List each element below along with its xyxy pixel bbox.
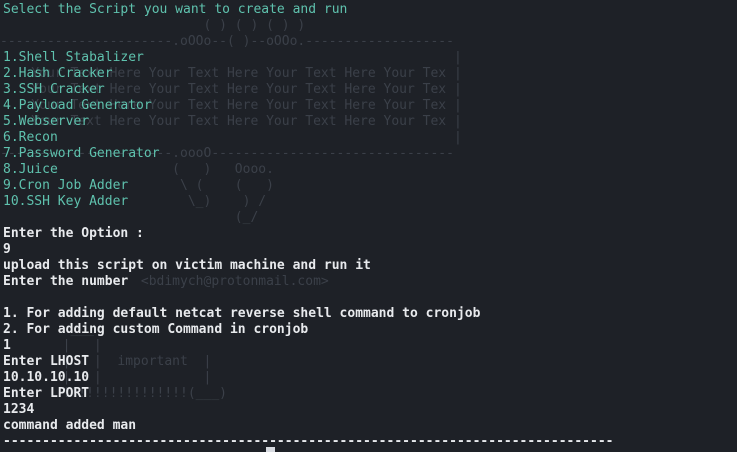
option-prompt: Enter the Option : (3, 226, 144, 241)
terminal-window[interactable]: ( ) ( ) ( ) ) ----------------------.oOO… (0, 0, 737, 452)
cron-choice-1: 1. For adding default netcat reverse she… (3, 306, 481, 321)
lport-prompt: Enter LPORT (3, 386, 90, 401)
menu-item-recon: 6.Recon (3, 130, 58, 145)
separator-line: ----------------------------------------… (3, 434, 614, 449)
cron-choice-value: 1 (3, 338, 11, 353)
lport-value: 1234 (3, 402, 35, 417)
menu-item-juice: 8.Juice (3, 162, 58, 177)
menu-item-password-generator: 7.Password Generator (3, 146, 160, 161)
option-input-value: 9 (3, 242, 11, 257)
menu-item-cron-job-adder: 9.Cron Job Adder (3, 178, 129, 193)
menu-item-ssh-key-adder: 10.SSH Key Adder (3, 194, 129, 209)
menu-item-hash-cracker: 2.Hash Cracker (3, 66, 113, 81)
menu-item-webserver: 5.Webserver (3, 114, 90, 129)
text-cursor (266, 447, 275, 452)
number-prompt: Enter the number (3, 274, 129, 289)
status-message: command added man (3, 418, 137, 433)
upload-instruction: upload this script on victim machine and… (3, 258, 371, 273)
terminal-output: Select the Script you want to create and… (3, 2, 613, 450)
cron-choice-2: 2. For adding custom Command in cronjob (3, 322, 309, 337)
menu-item-ssh-cracker: 3.SSH Cracker (3, 82, 105, 97)
menu-item-payload-generator: 4.Payload Generator (3, 98, 152, 113)
lhost-prompt: Enter LHOST (3, 354, 90, 369)
menu-header: Select the Script you want to create and… (3, 2, 348, 17)
lhost-value: 10.10.10.10 (3, 370, 90, 385)
menu-item-shell-stabalizer: 1.Shell Stabalizer (3, 50, 144, 65)
